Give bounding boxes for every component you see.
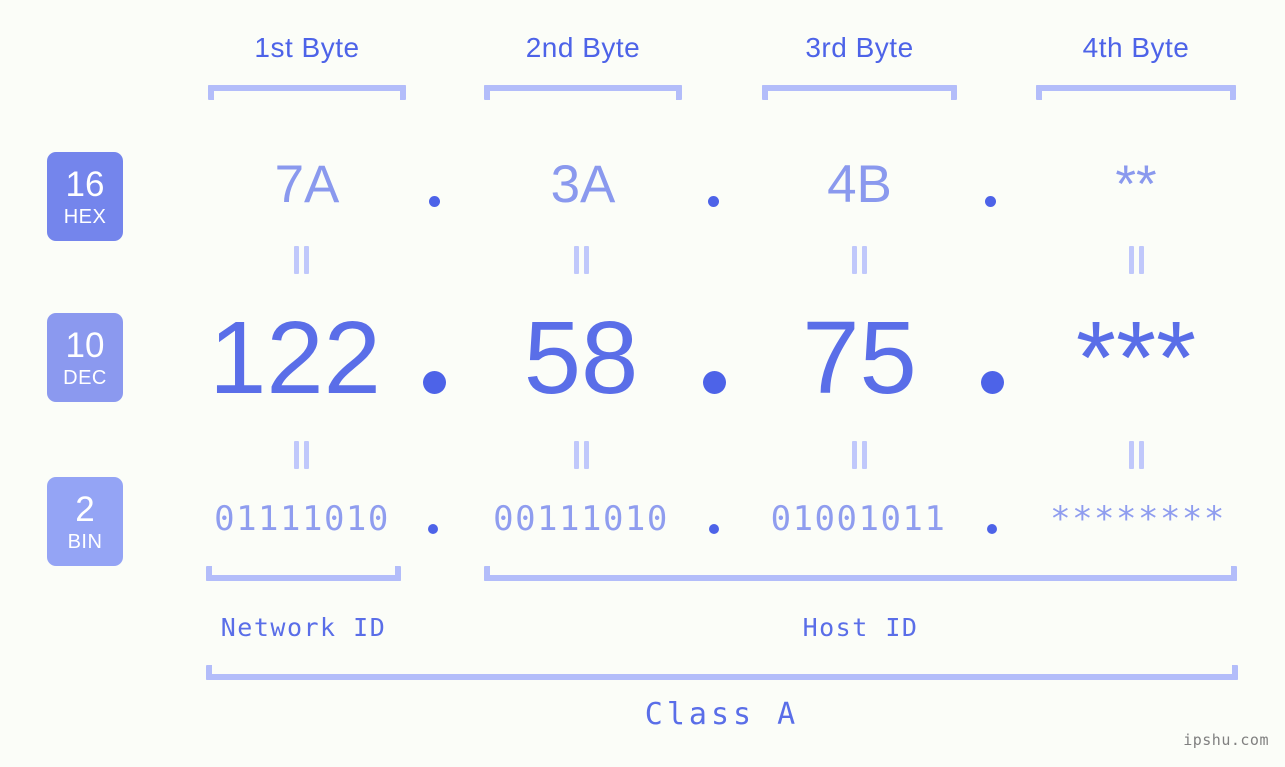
host-id-label: Host ID bbox=[802, 613, 919, 642]
bin-value-byte-4: ******** bbox=[1050, 499, 1226, 539]
equals-marker-dec-bin-1 bbox=[293, 441, 310, 469]
byte-bracket-4 bbox=[1036, 85, 1236, 100]
equals-marker-dec-bin-3 bbox=[851, 441, 868, 469]
byte-header-1: 1st Byte bbox=[208, 32, 406, 64]
bin-value-byte-1: 01111010 bbox=[214, 499, 390, 539]
equals-marker-hex-dec-2 bbox=[573, 246, 590, 274]
dec-separator-3 bbox=[981, 371, 1004, 394]
network-id-label: Network ID bbox=[220, 613, 387, 642]
equals-marker-dec-bin-2 bbox=[573, 441, 590, 469]
bin-value-byte-2: 00111010 bbox=[493, 499, 669, 539]
byte-bracket-2 bbox=[484, 85, 682, 100]
hex-value-byte-4: ** bbox=[1115, 155, 1157, 214]
dec-separator-2 bbox=[703, 371, 726, 394]
base-badge-hex-name: HEX bbox=[63, 205, 107, 228]
base-badge-dec-name: DEC bbox=[63, 366, 107, 389]
site-watermark: ipshu.com bbox=[1183, 731, 1269, 749]
bin-value-byte-3: 01001011 bbox=[770, 499, 947, 539]
byte-header-2: 2nd Byte bbox=[484, 32, 682, 64]
bin-separator-2 bbox=[709, 524, 719, 534]
byte-bracket-1 bbox=[208, 85, 406, 100]
hex-separator-1 bbox=[429, 196, 440, 207]
base-badge-hex-number: 16 bbox=[65, 164, 105, 204]
hex-value-byte-3: 4B bbox=[827, 155, 892, 214]
byte-bracket-3 bbox=[762, 85, 957, 100]
base-badge-dec: 10 DEC bbox=[47, 313, 123, 402]
byte-header-1-label: 1st Byte bbox=[254, 32, 360, 63]
equals-marker-hex-dec-4 bbox=[1128, 246, 1145, 274]
ip-byte-diagram: 1st Byte 2nd Byte 3rd Byte 4th Byte 16 H… bbox=[0, 0, 1285, 767]
class-label: Class A bbox=[644, 697, 800, 732]
equals-marker-hex-dec-1 bbox=[293, 246, 310, 274]
dec-value-byte-3: 75 bbox=[802, 300, 917, 415]
base-badge-bin-number: 2 bbox=[75, 489, 95, 529]
host-id-bracket bbox=[484, 566, 1237, 581]
hex-separator-2 bbox=[708, 196, 719, 207]
equals-marker-hex-dec-3 bbox=[851, 246, 868, 274]
hex-separator-3 bbox=[985, 196, 996, 207]
byte-header-4-label: 4th Byte bbox=[1082, 32, 1190, 63]
base-badge-hex: 16 HEX bbox=[47, 152, 123, 241]
dec-value-byte-4: *** bbox=[1075, 300, 1197, 415]
hex-value-byte-2: 3A bbox=[550, 155, 616, 214]
base-badge-bin: 2 BIN bbox=[47, 477, 123, 566]
base-badge-bin-name: BIN bbox=[67, 530, 103, 553]
byte-header-3-label: 3rd Byte bbox=[805, 32, 914, 63]
dec-separator-1 bbox=[423, 371, 446, 394]
network-id-bracket bbox=[206, 566, 401, 581]
byte-header-4: 4th Byte bbox=[1036, 32, 1236, 64]
equals-marker-dec-bin-4 bbox=[1128, 441, 1145, 469]
hex-value-byte-1: 7A bbox=[274, 155, 340, 214]
byte-header-2-label: 2nd Byte bbox=[525, 32, 641, 63]
dec-value-byte-2: 58 bbox=[523, 300, 639, 415]
class-bracket bbox=[206, 665, 1238, 680]
bin-separator-1 bbox=[428, 524, 438, 534]
byte-header-3: 3rd Byte bbox=[762, 32, 957, 64]
base-badge-dec-number: 10 bbox=[65, 325, 105, 365]
dec-value-byte-1: 122 bbox=[209, 300, 381, 415]
bin-separator-3 bbox=[987, 524, 997, 534]
